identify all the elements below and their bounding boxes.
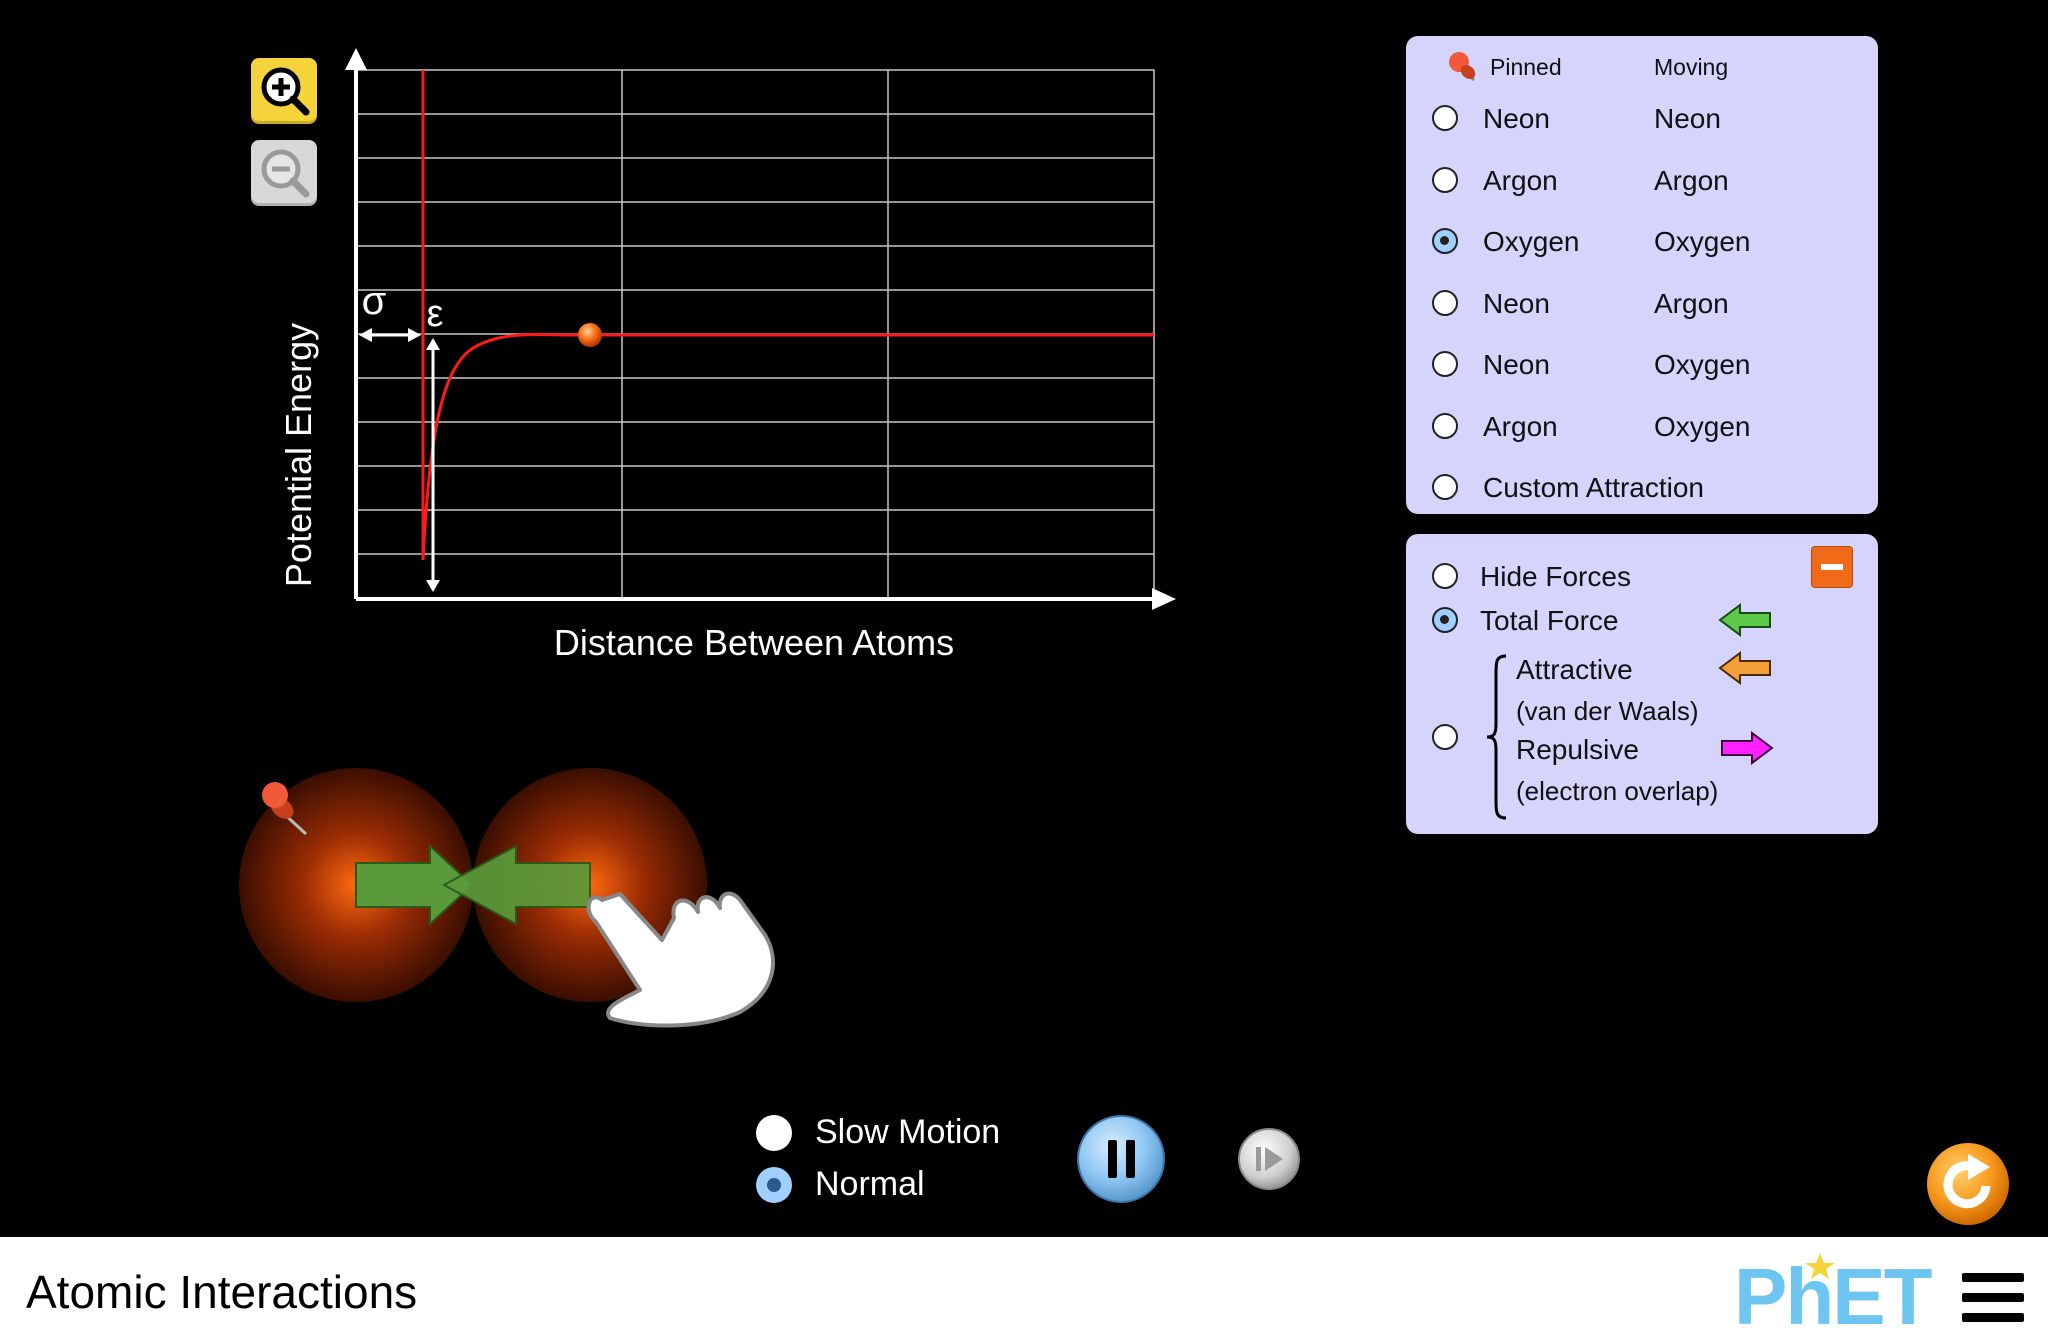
atom-option-radio[interactable] [1432, 167, 1458, 193]
sigma-indicator: σ [359, 279, 421, 342]
atom-option-radio[interactable] [1432, 474, 1458, 500]
brace-icon [1486, 654, 1507, 820]
attractive-arrow-icon [1718, 651, 1771, 685]
atom-option-neon-argon[interactable]: Neon Argon [1406, 281, 1878, 325]
pinned-pin-icon [1449, 52, 1476, 82]
normal-speed-label: Normal [815, 1165, 925, 1203]
atom-option-radio[interactable] [1432, 351, 1458, 377]
attractive-label: Attractive [1516, 654, 1633, 685]
repulsive-sublabel: (electron overlap) [1516, 776, 1719, 806]
atom-option-radio[interactable] [1432, 290, 1458, 316]
hide-forces-radio[interactable] [1432, 563, 1458, 589]
total-force-arrow-icon [1718, 603, 1771, 637]
atom-option-custom-attraction[interactable]: Custom Attraction [1406, 465, 1878, 509]
sim-title: Atomic Interactions [26, 1266, 418, 1318]
force-display-panel: Hide Forces Total Force Attractive (van … [1406, 534, 1878, 834]
atom-option-argon-oxygen[interactable]: Argon Oxygen [1406, 404, 1878, 448]
position-marker[interactable] [578, 323, 602, 347]
atom-selection-panel: Pinned Moving Neon Neon Argon Argon Oxyg… [1406, 36, 1878, 514]
attractive-sublabel: (van der Waals) [1516, 696, 1699, 726]
total-force-option[interactable]: Total Force [1406, 598, 1878, 642]
atom-option-neon-oxygen[interactable]: Neon Oxygen [1406, 342, 1878, 386]
phet-star-icon [1805, 1253, 1835, 1279]
component-forces-radio[interactable] [1432, 724, 1458, 750]
atom-option-radio[interactable] [1432, 413, 1458, 439]
atom-option-neon-neon[interactable]: Neon Neon [1406, 96, 1878, 140]
hide-forces-option[interactable]: Hide Forces [1406, 554, 1878, 598]
hamburger-menu-icon[interactable] [1962, 1271, 2026, 1325]
sigma-label: σ [362, 279, 387, 323]
repulsive-label: Repulsive [1516, 734, 1639, 765]
atom-option-radio-selected[interactable] [1432, 228, 1458, 254]
potential-curve [421, 70, 1154, 561]
moving-header: Moving [1654, 54, 1729, 80]
atom-option-radio[interactable] [1432, 105, 1458, 131]
epsilon-label: ε [427, 293, 444, 335]
step-forward-button[interactable] [1236, 1126, 1302, 1192]
atom-option-oxygen-oxygen[interactable]: Oxygen Oxygen [1406, 219, 1878, 263]
normal-speed-radio[interactable] [756, 1167, 792, 1203]
total-force-radio[interactable] [1432, 607, 1458, 633]
reset-all-button[interactable] [1924, 1140, 2012, 1228]
pause-button[interactable] [1074, 1112, 1168, 1206]
slow-motion-radio[interactable] [756, 1115, 792, 1151]
pinned-header: Pinned [1490, 54, 1562, 80]
x-axis-label: Distance Between Atoms [554, 622, 954, 663]
phet-logo[interactable]: PhET [1732, 1251, 1932, 1341]
y-axis-label: Potential Energy [278, 323, 319, 587]
repulsive-arrow-icon [1721, 731, 1774, 765]
slow-motion-label: Slow Motion [815, 1113, 1001, 1151]
navigation-bar: Atomic Interactions PhET [0, 1237, 2048, 1344]
chart-axes [345, 48, 1176, 610]
atom-option-argon-argon[interactable]: Argon Argon [1406, 158, 1878, 202]
